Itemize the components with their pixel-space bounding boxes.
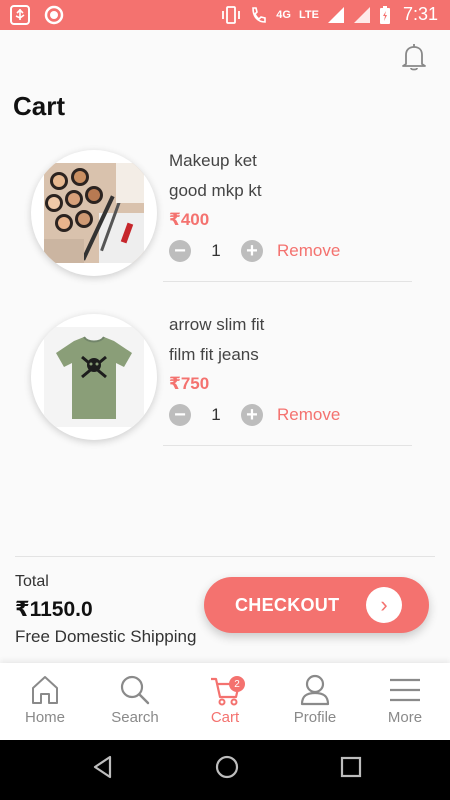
- system-nav-bar: [0, 740, 450, 800]
- battery-charging-icon: [379, 5, 390, 24]
- home-circle-icon[interactable]: [214, 754, 240, 780]
- usb-icon: [10, 5, 30, 25]
- summary-divider: [15, 556, 435, 557]
- recents-icon[interactable]: [338, 754, 364, 780]
- divider: [163, 281, 412, 282]
- nav-cart-label: Cart: [210, 709, 240, 726]
- quantity-stepper: − 1 + Remove: [169, 400, 414, 430]
- home-icon: [32, 676, 58, 704]
- page-title: Cart: [13, 91, 66, 121]
- shipping-note: Free Domestic Shipping: [15, 627, 197, 646]
- makeup-palette-image: [44, 163, 144, 263]
- call-icon: [252, 6, 267, 23]
- status-bar: 4G LTE 7:31: [0, 0, 450, 30]
- cart-badge: 2: [229, 676, 245, 692]
- item-price: ₹750: [169, 374, 210, 393]
- item-price: ₹400: [169, 210, 210, 229]
- item-name: arrow slim fit: [169, 315, 265, 334]
- signal-icon: [327, 6, 344, 23]
- nav-cart[interactable]: Cart: [180, 663, 270, 740]
- chevron-right-icon: ›: [366, 587, 402, 623]
- search-icon: [120, 675, 150, 705]
- checkout-button[interactable]: CHECKOUT ›: [204, 577, 429, 633]
- minus-button[interactable]: −: [169, 240, 191, 262]
- divider: [163, 445, 412, 446]
- network-type: 4G: [276, 8, 291, 21]
- product-image-tshirt[interactable]: [31, 314, 157, 440]
- vibrate-icon: [222, 5, 241, 24]
- plus-button[interactable]: +: [241, 240, 263, 262]
- back-icon[interactable]: [90, 754, 116, 780]
- profile-icon: [300, 674, 330, 706]
- remove-button[interactable]: Remove: [277, 405, 340, 425]
- item-name: Makeup ket: [169, 151, 257, 170]
- clock: 7:31: [402, 4, 438, 24]
- checkout-label: CHECKOUT: [235, 595, 340, 615]
- bell-icon[interactable]: [400, 42, 428, 72]
- menu-icon: [390, 678, 420, 702]
- nav-more[interactable]: More: [360, 663, 450, 740]
- total-label: Total: [15, 573, 49, 590]
- nav-search[interactable]: Search: [90, 663, 180, 740]
- nav-profile-label: Profile: [293, 709, 337, 726]
- record-icon: [44, 5, 64, 25]
- bottom-nav: Home Search Cart Profile More: [0, 663, 450, 740]
- quantity-value: 1: [211, 241, 221, 260]
- nav-more-label: More: [387, 709, 423, 726]
- remove-button[interactable]: Remove: [277, 241, 340, 261]
- signal-icon: [353, 6, 370, 23]
- item-description: good mkp kt: [169, 181, 262, 200]
- cart-item: Makeup ket good mkp kt ₹400 − 1 + Remove: [0, 144, 450, 304]
- nav-search-label: Search: [111, 709, 159, 726]
- cart-item: arrow slim fit film fit jeans ₹750 − 1 +…: [0, 308, 450, 468]
- lte-label: LTE: [298, 8, 319, 21]
- item-description: film fit jeans: [169, 345, 259, 364]
- quantity-value: 1: [211, 405, 221, 424]
- nav-home-label: Home: [24, 709, 65, 726]
- green-tshirt-image: [44, 327, 144, 427]
- product-image-makeup[interactable]: [31, 150, 157, 276]
- item-info: arrow slim fit film fit jeans ₹750 − 1 +…: [169, 314, 414, 430]
- nav-profile[interactable]: Profile: [270, 663, 360, 740]
- total-amount: ₹1150.0: [15, 598, 93, 621]
- item-info: Makeup ket good mkp kt ₹400 − 1 + Remove: [169, 150, 414, 266]
- quantity-stepper: − 1 + Remove: [169, 236, 414, 266]
- nav-home[interactable]: Home: [0, 663, 90, 740]
- plus-button[interactable]: +: [241, 404, 263, 426]
- minus-button[interactable]: −: [169, 404, 191, 426]
